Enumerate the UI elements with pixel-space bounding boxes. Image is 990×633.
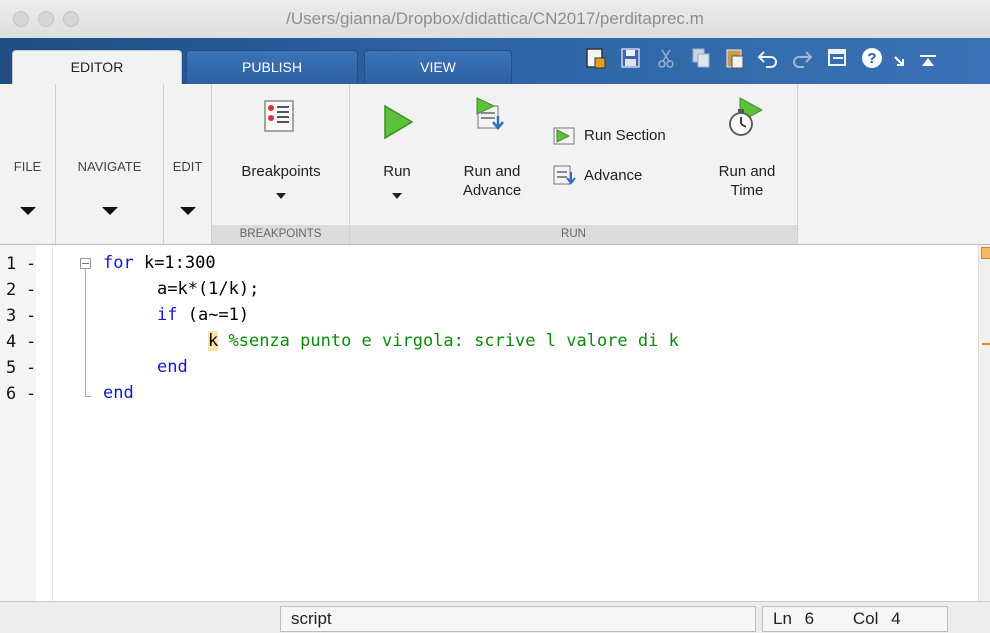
advance-button[interactable]: Advance (584, 166, 642, 185)
paste-icon[interactable] (724, 46, 746, 74)
save-icon[interactable] (620, 46, 642, 74)
file-label: FILE (13, 159, 42, 174)
run-and-time-button[interactable]: Run and Time (702, 162, 792, 200)
navigate-label: NAVIGATE (77, 159, 142, 174)
breakpoints-button[interactable]: Breakpoints (212, 162, 350, 181)
breakpoints-icon[interactable] (261, 98, 297, 139)
breakpoints-group: Breakpoints BREAKPOINTS (212, 84, 350, 244)
editor-ribbon: FILE NAVIGATE EDIT Breakpoints BREAKPOIN… (0, 84, 990, 245)
breakpoint-marker[interactable]: - (26, 358, 36, 378)
run-and-advance-button[interactable]: Run and Advance (446, 162, 538, 200)
comment: %senza punto e virgola: scrive l valore … (218, 331, 679, 351)
run-section-button[interactable]: Run Section (584, 126, 666, 145)
file-type-status: script (280, 606, 756, 632)
status-bar: script Ln 6 Col 4 (0, 601, 990, 633)
run-dropdown-icon[interactable] (392, 193, 402, 199)
vertical-scrollbar[interactable] (978, 245, 990, 601)
window-title: /Users/gianna/Dropbox/didattica/CN2017/p… (286, 9, 704, 28)
run-and-advance-icon[interactable] (472, 96, 512, 141)
run-section-icon[interactable] (552, 125, 576, 152)
line-number: 5 (6, 358, 17, 378)
line-number: 4 (6, 332, 17, 352)
line-number: 6 (6, 384, 17, 404)
keyword: end (157, 357, 188, 377)
line-number: 2 (6, 280, 17, 300)
warning-indicator[interactable] (981, 247, 990, 259)
keyword: for (103, 253, 134, 273)
code-line-1[interactable]: for k=1:300 (103, 253, 216, 273)
run-and-time-line2: Time (730, 182, 764, 199)
cursor-position-status: Ln 6 Col 4 (762, 606, 948, 632)
redo-icon[interactable] (790, 46, 814, 74)
cut-icon[interactable] (656, 46, 676, 74)
run-icon[interactable] (380, 102, 416, 147)
expand-icon[interactable] (892, 50, 906, 78)
run-and-advance-line1: Run and (463, 163, 521, 180)
breakpoints-group-label: BREAKPOINTS (212, 225, 349, 244)
run-group-label: RUN (350, 225, 797, 244)
title-bar: /Users/gianna/Dropbox/didattica/CN2017/p… (0, 0, 990, 39)
file-group[interactable]: FILE (0, 84, 56, 244)
code-line-6[interactable]: end (103, 383, 134, 403)
code-text: a=k*(1/k); (157, 279, 260, 299)
fold-bracket-line (85, 269, 86, 397)
help-icon[interactable]: ? (860, 46, 884, 74)
svg-text:?: ? (867, 50, 876, 67)
run-and-advance-line2: Advance (462, 182, 522, 199)
copy-icon[interactable] (690, 46, 712, 74)
run-and-time-line1: Run and (718, 163, 776, 180)
line-number: 3 (6, 306, 17, 326)
navigate-group[interactable]: NAVIGATE (56, 84, 164, 244)
edit-label: EDIT (172, 159, 203, 174)
line-number-gutter[interactable]: 1 - 2 - 3 - 4 - 5 - 6 - (0, 245, 36, 601)
breakpoints-dropdown-icon[interactable] (276, 193, 286, 199)
line-value: 6 (804, 609, 815, 628)
code-editor[interactable]: 1 - 2 - 3 - 4 - 5 - 6 - for k=1:300 a=k*… (0, 245, 978, 601)
breakpoint-marker[interactable]: - (26, 254, 36, 274)
column-label: Col (852, 609, 879, 628)
edit-group[interactable]: EDIT (164, 84, 212, 244)
breakpoint-marker[interactable]: - (26, 280, 36, 300)
column-value: 4 (891, 609, 901, 628)
tab-editor[interactable]: EDITOR (12, 50, 182, 84)
fold-toggle-icon[interactable] (80, 258, 91, 269)
run-group: Run Run and Advance Run Section Advance (350, 84, 798, 244)
code-text: k=1:300 (133, 253, 216, 273)
tab-publish[interactable]: PUBLISH (186, 50, 358, 84)
pin-toolstrip-icon[interactable] (918, 50, 938, 78)
breakpoint-marker[interactable]: - (26, 306, 36, 326)
window-icon[interactable] (826, 46, 848, 74)
new-script-icon[interactable] (585, 46, 607, 74)
run-and-time-icon[interactable] (726, 96, 766, 143)
code-folding-column (36, 245, 53, 601)
keyword: if (157, 305, 178, 325)
code-line-5[interactable]: end (157, 357, 188, 377)
tab-view[interactable]: VIEW (364, 50, 512, 84)
keyword: end (103, 383, 134, 403)
edit-dropdown-icon (180, 207, 196, 215)
run-button[interactable]: Run (372, 162, 422, 181)
breakpoint-marker[interactable]: - (26, 332, 36, 352)
code-text: (a~=1) (177, 305, 250, 325)
file-dropdown-icon (20, 207, 36, 215)
code-line-2[interactable]: a=k*(1/k); (157, 279, 259, 299)
navigate-dropdown-icon (102, 207, 118, 215)
warning-marker[interactable] (982, 343, 990, 345)
fold-bracket-end (85, 396, 91, 397)
line-label: Ln (773, 609, 792, 628)
code-line-4[interactable]: k %senza punto e virgola: scrive l valor… (208, 331, 679, 351)
undo-icon[interactable] (756, 46, 780, 74)
advance-icon[interactable] (552, 164, 576, 191)
breakpoint-marker[interactable]: - (26, 384, 36, 404)
highlighted-variable: k (208, 331, 219, 351)
code-line-3[interactable]: if (a~=1) (157, 305, 249, 325)
line-number: 1 (6, 254, 17, 274)
